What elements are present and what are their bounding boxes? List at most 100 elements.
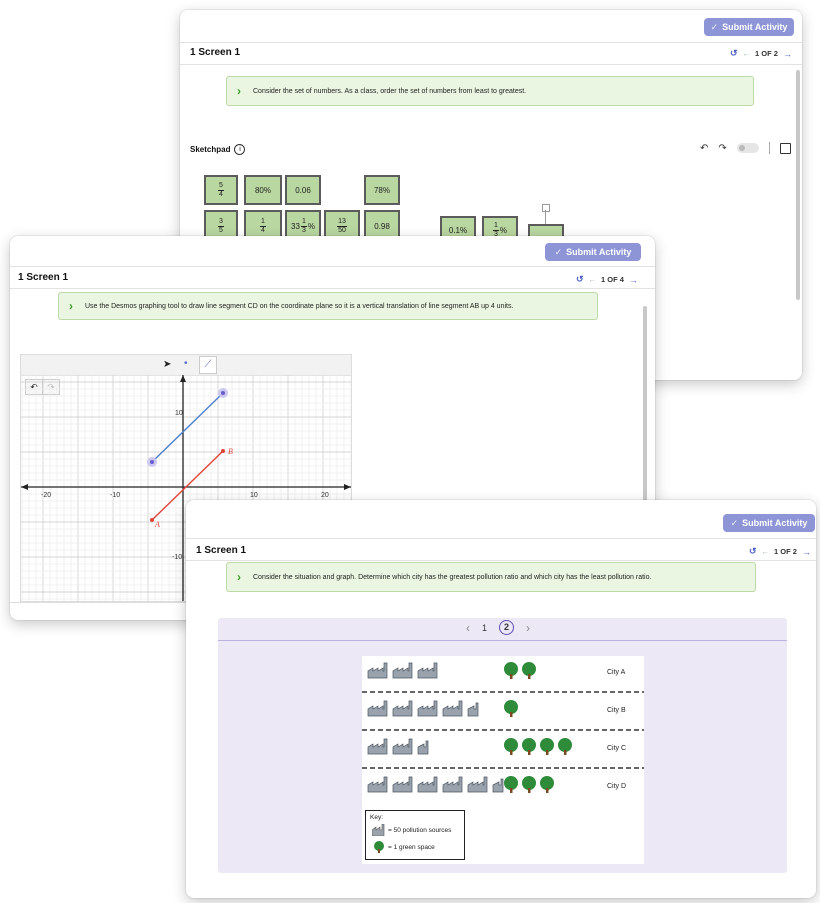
pager-page-1[interactable]: 1 xyxy=(482,623,487,633)
activity-card-bottom: ✓ Submit Activity 1 Screen 1 ↺ ← 1 OF 2 … xyxy=(186,500,816,898)
pictograph: City A City B City C City D Key: = 50 pollu… xyxy=(362,656,644,864)
screen-navigation: ↺ ← 1 OF 2 → xyxy=(749,546,811,557)
prompt-text: Consider the situation and graph. Determ… xyxy=(253,573,652,581)
x-tick-label: 20 xyxy=(321,492,329,499)
submit-activity-button[interactable]: ✓ Submit Activity xyxy=(704,18,794,36)
tree-icon xyxy=(558,738,572,755)
factory-icon xyxy=(442,776,463,793)
scrollbar[interactable] xyxy=(796,70,800,300)
page-indicator: 1 OF 2 xyxy=(774,547,797,556)
chevron-right-icon[interactable]: › xyxy=(237,84,241,98)
x-tick-label: -20 xyxy=(41,492,51,499)
check-icon: ✓ xyxy=(730,517,739,528)
save-icon[interactable] xyxy=(779,142,791,154)
submit-label: Submit Activity xyxy=(722,22,788,32)
point-b xyxy=(221,449,225,453)
x-tick-label: 10 xyxy=(250,492,258,499)
submit-activity-button[interactable]: ✓ Submit Activity xyxy=(545,243,641,261)
undo-icon[interactable]: ↶ xyxy=(700,143,708,154)
factory-icon xyxy=(372,824,385,836)
page-indicator: 1 OF 4 xyxy=(601,275,624,284)
tree-icon xyxy=(504,738,518,755)
redo-icon[interactable]: ↷ xyxy=(718,143,726,154)
tree-icon xyxy=(540,738,554,755)
tree-icon xyxy=(374,841,384,853)
factory-icon xyxy=(392,700,413,717)
factory-icon xyxy=(392,738,413,755)
factory-icon xyxy=(417,700,438,717)
pictograph-svg: City A City B City C City D xyxy=(362,662,644,793)
info-icon[interactable]: i xyxy=(234,144,246,155)
reset-icon[interactable]: ↺ xyxy=(749,546,757,557)
tree-icon xyxy=(540,776,554,793)
prompt-text: Use the Desmos graphing tool to draw lin… xyxy=(85,302,514,310)
sketchpad-toolbar: ↶ ↷ xyxy=(700,142,791,154)
screen-title: 1 Screen 1 xyxy=(190,47,241,58)
factory-icon xyxy=(417,776,438,793)
point-a-label: A xyxy=(154,520,160,529)
next-screen-icon[interactable]: → xyxy=(629,275,638,285)
reset-icon[interactable]: ↺ xyxy=(730,48,738,59)
factory-icon xyxy=(392,662,413,679)
page-indicator: 1 OF 2 xyxy=(755,49,778,58)
chevron-right-icon[interactable]: › xyxy=(237,570,241,584)
factory-partial-icon xyxy=(467,702,479,717)
next-screen-icon[interactable]: → xyxy=(783,49,792,59)
next-screen-icon[interactable]: → xyxy=(802,547,811,557)
submit-activity-button[interactable]: ✓ Submit Activity xyxy=(723,514,815,532)
point-d xyxy=(221,391,225,395)
factory-icon xyxy=(367,700,388,717)
sketchpad-label: Sketchpad i xyxy=(190,144,246,155)
pictograph-key: Key: = 50 pollution sources = 1 green sp… xyxy=(365,810,465,860)
factory-icon xyxy=(417,662,438,679)
factory-icon xyxy=(367,738,388,755)
prompt-box: › Use the Desmos graphing tool to draw l… xyxy=(58,292,598,320)
pager: ‹ 1 2 › xyxy=(466,620,530,635)
factory-partial-icon xyxy=(417,740,429,755)
tree-icon xyxy=(504,700,518,717)
factory-icon xyxy=(467,776,488,793)
chevron-right-icon[interactable]: › xyxy=(69,299,73,313)
prev-screen-icon[interactable]: ← xyxy=(589,275,597,284)
city-label: City C xyxy=(607,745,626,752)
graph-panel: ‹ 1 2 › City A City B City C City D Key: = … xyxy=(218,618,787,873)
point-c xyxy=(150,460,154,464)
number-tile[interactable]: 78% xyxy=(364,175,400,205)
key-title: Key: xyxy=(370,814,384,821)
rotate-handle[interactable] xyxy=(542,204,550,212)
submit-label: Submit Activity xyxy=(566,247,632,257)
city-label: City B xyxy=(607,707,626,714)
tree-icon xyxy=(522,776,536,793)
screen-navigation: ↺ ← 1 OF 2 → xyxy=(730,48,792,59)
screen-title: 1 Screen 1 xyxy=(196,545,247,556)
key-factory-text: = 50 pollution sources xyxy=(388,827,452,834)
factory-icon xyxy=(392,776,413,793)
point-a xyxy=(150,518,154,522)
y-tick-label: -10 xyxy=(172,554,182,561)
number-tile[interactable]: 54 xyxy=(204,175,238,205)
tree-icon xyxy=(522,662,536,679)
point-b-label: B xyxy=(228,447,233,456)
toggle-switch[interactable] xyxy=(736,143,759,153)
city-label: City D xyxy=(607,783,626,790)
submit-label: Submit Activity xyxy=(742,518,808,528)
check-icon: ✓ xyxy=(554,246,563,257)
key-tree-text: = 1 green space xyxy=(388,844,435,851)
pager-page-2[interactable]: 2 xyxy=(499,620,515,635)
factory-icon xyxy=(367,776,388,793)
pager-next-icon[interactable]: › xyxy=(526,621,530,635)
prompt-box: › Consider the set of numbers. As a clas… xyxy=(226,76,754,106)
number-tile[interactable]: 80% xyxy=(244,175,282,205)
pager-prev-icon[interactable]: ‹ xyxy=(466,621,470,635)
x-tick-label: -10 xyxy=(110,492,120,499)
reset-icon[interactable]: ↺ xyxy=(576,274,584,285)
city-label: City A xyxy=(607,669,626,676)
prev-screen-icon[interactable]: ← xyxy=(743,49,751,58)
screen-navigation: ↺ ← 1 OF 4 → xyxy=(576,274,638,285)
prompt-box: › Consider the situation and graph. Dete… xyxy=(226,562,756,592)
number-tile[interactable]: 0.06 xyxy=(285,175,321,205)
prev-screen-icon[interactable]: ← xyxy=(762,547,770,556)
screen-title: 1 Screen 1 xyxy=(18,272,69,283)
segment-cd xyxy=(151,392,224,463)
check-icon: ✓ xyxy=(710,21,719,32)
